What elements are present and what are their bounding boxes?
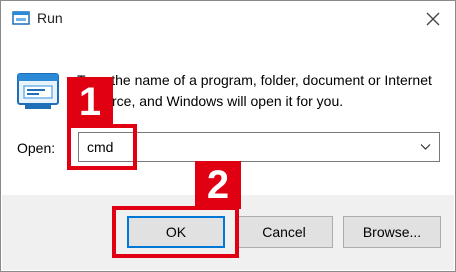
browse-button[interactable]: Browse... [343, 216, 441, 248]
open-label: Open: [17, 140, 56, 156]
run-dialog: Run Type the name of a program, folder, … [0, 0, 456, 272]
window-title: Run [37, 10, 63, 26]
run-program-icon [17, 73, 59, 109]
close-icon[interactable] [423, 9, 443, 29]
run-app-icon [12, 11, 30, 25]
title-bar: Run [1, 1, 455, 37]
annotation-highlight-ok [112, 206, 239, 258]
dialog-description: Type the name of a program, folder, docu… [77, 72, 432, 109]
annotation-step-1-badge: 1 [67, 77, 113, 127]
chevron-down-icon[interactable] [420, 143, 431, 151]
annotation-step-2-badge: 2 [195, 161, 241, 209]
cancel-button[interactable]: Cancel [235, 216, 333, 248]
annotation-highlight-input [67, 124, 137, 170]
